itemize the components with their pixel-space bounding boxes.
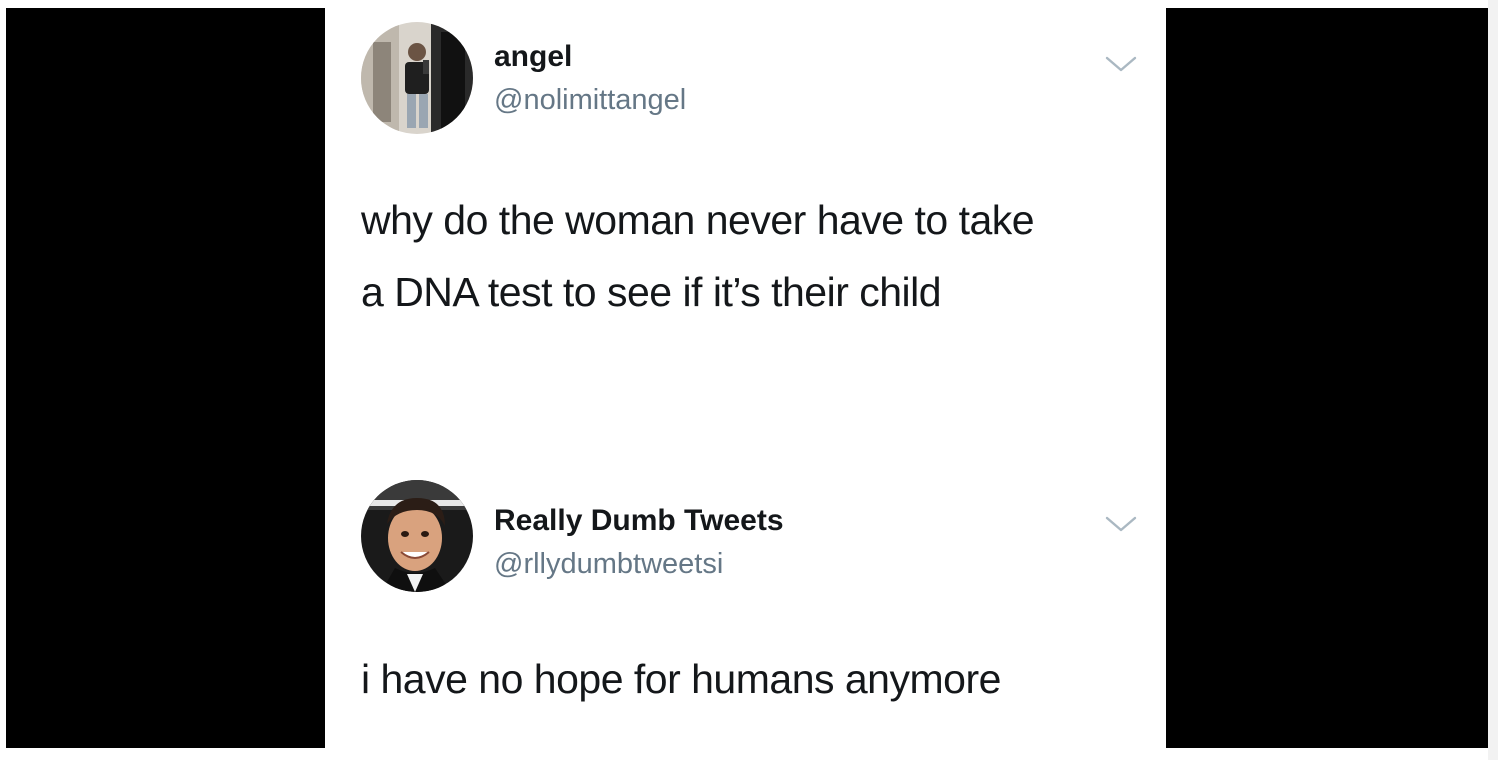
user-handle[interactable]: @rllydumbtweetsi	[494, 548, 723, 581]
person-photo-icon[interactable]	[361, 22, 473, 134]
tweet-text-line: a DNA test to see if it’s their child	[361, 269, 942, 315]
scrollbar-track[interactable]	[1488, 0, 1498, 760]
tweet-text: why do the woman never have to take a DN…	[361, 184, 1141, 328]
smiling-face-photo-icon[interactable]	[361, 480, 473, 592]
tweet-screenshot-card: angel @nolimittangel why do the woman ne…	[325, 8, 1166, 748]
chevron-down-icon[interactable]	[1104, 54, 1138, 74]
display-name[interactable]: angel	[494, 40, 572, 74]
user-handle[interactable]: @nolimittangel	[494, 84, 686, 117]
tweet-text: i have no hope for humans anymore	[361, 643, 1141, 715]
display-name[interactable]: Really Dumb Tweets	[494, 504, 784, 538]
tweet-text-line: i have no hope for humans anymore	[361, 656, 1001, 702]
tweet-text-line: why do the woman never have to take	[361, 197, 1035, 243]
chevron-down-icon[interactable]	[1104, 514, 1138, 534]
